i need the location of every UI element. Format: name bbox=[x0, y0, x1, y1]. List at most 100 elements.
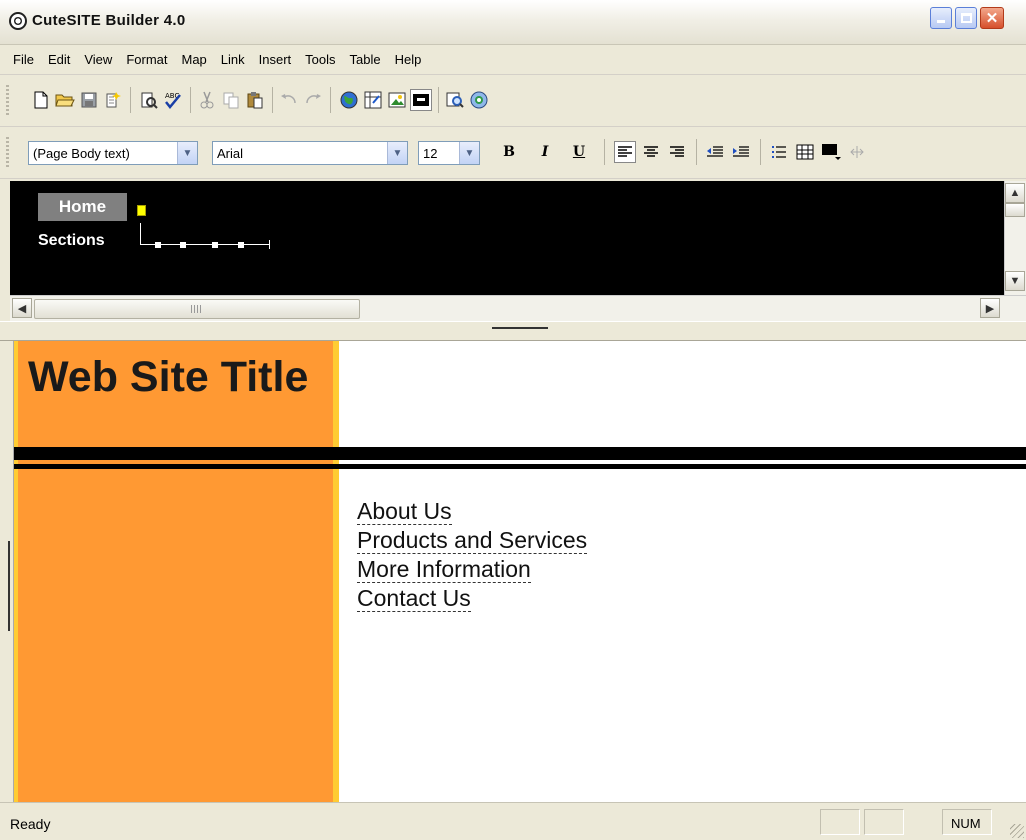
chevron-down-icon[interactable]: ▼ bbox=[177, 142, 197, 164]
pane-splitter[interactable] bbox=[0, 321, 1026, 341]
standard-toolbar: ABC bbox=[0, 75, 1026, 127]
paste-button[interactable] bbox=[244, 89, 266, 111]
merge-cells-button[interactable] bbox=[846, 141, 868, 163]
page-editor[interactable]: Web Site Title About Us Products and Ser… bbox=[14, 341, 1026, 802]
map-vertical-scrollbar[interactable]: ▲ ▼ bbox=[1004, 181, 1026, 295]
align-left-button[interactable] bbox=[614, 141, 636, 163]
align-center-button[interactable] bbox=[640, 141, 662, 163]
font-size-select[interactable]: 12 ▼ bbox=[418, 141, 480, 165]
menu-table[interactable]: Table bbox=[343, 52, 388, 67]
section-node[interactable] bbox=[155, 242, 161, 248]
redo-button[interactable] bbox=[302, 89, 324, 111]
margin-marker bbox=[8, 541, 12, 631]
nav-link-contact[interactable]: Contact Us bbox=[357, 586, 471, 612]
menu-link[interactable]: Link bbox=[214, 52, 252, 67]
editor-left-margin bbox=[0, 341, 14, 802]
scissors-icon bbox=[200, 91, 214, 109]
minimize-button[interactable] bbox=[930, 7, 952, 29]
bullet-list-button[interactable] bbox=[768, 141, 790, 163]
new-file-button[interactable] bbox=[30, 89, 52, 111]
toolbar-separator bbox=[190, 87, 191, 113]
map-horizontal-scrollbar[interactable]: ◀ ▶ bbox=[10, 295, 1026, 321]
spellcheck-button[interactable]: ABC bbox=[162, 89, 184, 111]
toolbar-grip[interactable] bbox=[6, 85, 9, 117]
home-node-label[interactable]: Home bbox=[38, 193, 127, 221]
chevron-down-icon[interactable]: ▼ bbox=[459, 142, 479, 164]
save-disk-icon bbox=[81, 92, 97, 108]
format-toolbar: (Page Body text) ▼ Arial ▼ 12 ▼ B I U bbox=[0, 127, 1026, 179]
menu-map[interactable]: Map bbox=[174, 52, 213, 67]
toolbar-separator bbox=[330, 87, 331, 113]
form-button[interactable] bbox=[362, 89, 384, 111]
insert-table-button[interactable] bbox=[794, 141, 816, 163]
scroll-left-arrow-icon[interactable]: ◀ bbox=[12, 298, 32, 318]
nav-link-about[interactable]: About Us bbox=[357, 499, 452, 525]
italic-button[interactable]: I bbox=[534, 141, 556, 163]
bold-button[interactable]: B bbox=[498, 141, 520, 163]
preview-button[interactable] bbox=[444, 89, 466, 111]
open-file-button[interactable] bbox=[54, 89, 76, 111]
site-title[interactable]: Web Site Title bbox=[28, 353, 308, 402]
menu-edit[interactable]: Edit bbox=[41, 52, 77, 67]
insert-image-button[interactable] bbox=[386, 89, 408, 111]
table-icon bbox=[796, 144, 814, 160]
scroll-down-arrow-icon[interactable]: ▼ bbox=[1005, 271, 1025, 291]
spellcheck-icon: ABC bbox=[165, 92, 181, 109]
section-node[interactable] bbox=[238, 242, 244, 248]
undo-button[interactable] bbox=[278, 89, 300, 111]
status-panel bbox=[820, 809, 860, 835]
header-rule bbox=[14, 447, 1026, 460]
scroll-thumb[interactable] bbox=[1005, 203, 1025, 217]
section-node[interactable] bbox=[180, 242, 186, 248]
section-node[interactable] bbox=[212, 242, 218, 248]
app-icon bbox=[9, 12, 27, 30]
align-right-button[interactable] bbox=[666, 141, 688, 163]
menu-tools[interactable]: Tools bbox=[298, 52, 342, 67]
indent-button[interactable] bbox=[730, 141, 752, 163]
paragraph-style-select[interactable]: (Page Body text) ▼ bbox=[28, 141, 198, 165]
globe-icon bbox=[340, 91, 358, 109]
cut-button[interactable] bbox=[196, 89, 218, 111]
copy-button[interactable] bbox=[220, 89, 242, 111]
new-file-icon bbox=[34, 91, 48, 109]
publish-button[interactable] bbox=[338, 89, 360, 111]
indent-icon bbox=[733, 146, 749, 157]
font-family-select[interactable]: Arial ▼ bbox=[212, 141, 408, 165]
menu-insert[interactable]: Insert bbox=[252, 52, 299, 67]
close-icon: ✕ bbox=[985, 10, 999, 27]
sections-label: Sections bbox=[38, 232, 105, 249]
text-color-button[interactable] bbox=[820, 141, 842, 163]
left-column bbox=[14, 341, 339, 802]
menu-format[interactable]: Format bbox=[119, 52, 174, 67]
outdent-button[interactable] bbox=[704, 141, 726, 163]
undo-icon bbox=[281, 94, 296, 104]
menu-view[interactable]: View bbox=[77, 52, 119, 67]
html-view-button[interactable] bbox=[410, 89, 432, 111]
splitter-handle[interactable] bbox=[492, 327, 548, 331]
status-panel bbox=[864, 809, 904, 835]
print-preview-button[interactable] bbox=[138, 89, 160, 111]
nav-link-products[interactable]: Products and Services bbox=[357, 528, 588, 554]
toolbar-grip[interactable] bbox=[6, 137, 9, 169]
underline-button[interactable]: U bbox=[568, 141, 590, 163]
tree-connector bbox=[140, 223, 141, 245]
save-button[interactable] bbox=[78, 89, 100, 111]
resize-grip-icon[interactable] bbox=[1010, 824, 1024, 838]
scroll-thumb[interactable] bbox=[34, 299, 360, 319]
scroll-right-arrow-icon[interactable]: ▶ bbox=[980, 298, 1000, 318]
toolbar-separator bbox=[696, 139, 697, 165]
home-node-marker[interactable] bbox=[137, 205, 146, 216]
maximize-button[interactable] bbox=[955, 7, 977, 29]
nav-link-more-info[interactable]: More Information bbox=[357, 557, 531, 583]
title-bar: CuteSITE Builder 4.0 ✕ bbox=[0, 0, 1026, 45]
align-right-icon bbox=[670, 146, 684, 157]
toolbar-separator bbox=[604, 139, 605, 165]
menu-help[interactable]: Help bbox=[388, 52, 429, 67]
scroll-up-arrow-icon[interactable]: ▲ bbox=[1005, 183, 1025, 203]
chevron-down-icon[interactable]: ▼ bbox=[387, 142, 407, 164]
close-button[interactable]: ✕ bbox=[980, 7, 1004, 29]
menu-file[interactable]: File bbox=[6, 52, 41, 67]
toolbar-separator bbox=[272, 87, 273, 113]
new-page-button[interactable] bbox=[102, 89, 124, 111]
browser-preview-button[interactable] bbox=[468, 89, 490, 111]
